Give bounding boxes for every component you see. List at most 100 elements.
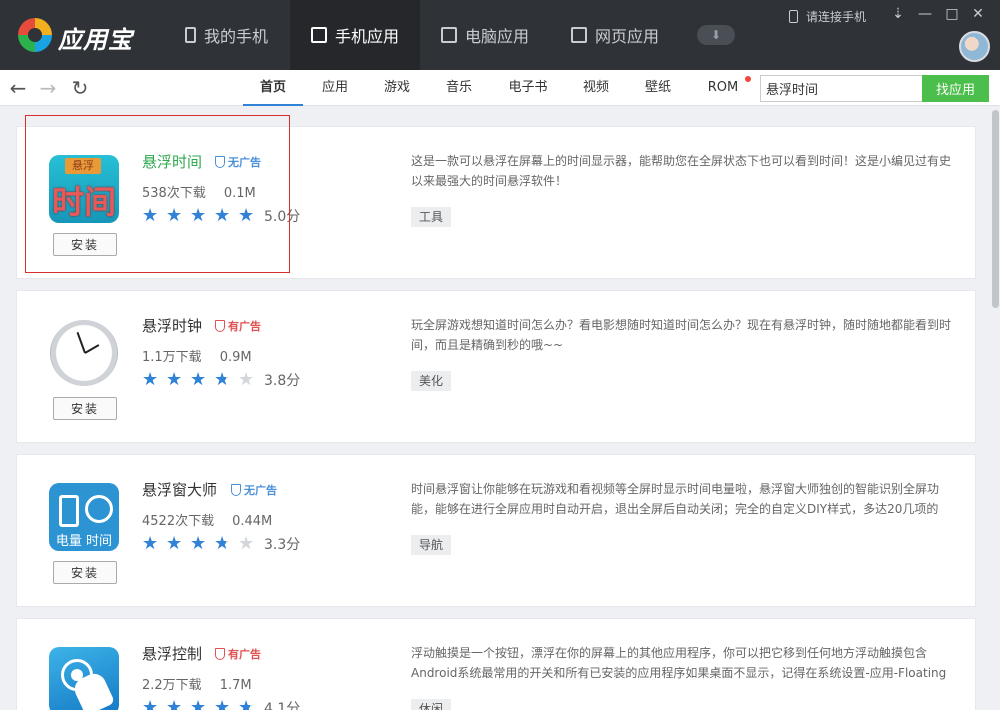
empty-star-icon: ★	[238, 369, 255, 390]
tab-my-phone[interactable]: 我的手机	[163, 0, 290, 70]
star-icon: ★	[214, 697, 231, 710]
star-icon: ★	[142, 697, 159, 710]
category-tag[interactable]: 导航	[411, 535, 452, 555]
star-icon: ★	[166, 533, 183, 554]
star-icon: ★	[142, 533, 159, 554]
scrollbar-thumb[interactable]	[992, 110, 999, 308]
empty-star-icon: ★	[238, 533, 255, 554]
bag-icon	[310, 27, 327, 43]
ad-label: 有广告	[228, 320, 261, 333]
clock-icon	[85, 495, 113, 523]
yyb-logo-icon	[18, 18, 52, 52]
star-rating: ★ ★ ★ ★ ★ 3.8分	[142, 370, 300, 390]
star-icon: ★	[166, 697, 183, 710]
tab-apps[interactable]: 应用	[308, 70, 362, 106]
star-icon: ★	[166, 205, 183, 226]
app-icon-float-window-master[interactable]: 电量 时间	[49, 483, 119, 551]
has-ads-badge: 有广告	[215, 318, 261, 334]
close-icon[interactable]: ✕	[968, 6, 988, 22]
download-manager-button[interactable]: ⬇	[697, 25, 735, 45]
tab-rom[interactable]: ROM	[699, 70, 751, 106]
category-tag[interactable]: 工具	[411, 207, 452, 227]
tab-web-apps-label: 网页应用	[594, 27, 659, 46]
app-card: 悬浮 时间 安装 悬浮时间 无广告 538次下载 0.1M ★ ★ ★ ★ ★ 5…	[16, 126, 976, 279]
app-name[interactable]: 悬浮时钟	[142, 315, 202, 336]
star-icon: ★	[238, 205, 255, 226]
star-icon: ★	[190, 697, 207, 710]
star-icon: ★	[190, 205, 207, 226]
icon-text-main: 时间	[51, 183, 116, 221]
tab-videos[interactable]: 视频	[569, 70, 623, 106]
star-rating: ★ ★ ★ ★ ★ 3.3分	[142, 534, 300, 554]
rating-score: 3.8分	[264, 373, 301, 389]
app-size: 0.1M	[223, 186, 256, 201]
app-card: 悬浮控制 有广告 2.2万下载 1.7M ★ ★ ★ ★ ★ 4.1分 浮动触摸是…	[16, 618, 976, 710]
icon-text-main: 电量 时间	[55, 534, 113, 549]
user-avatar[interactable]	[959, 31, 990, 62]
install-button[interactable]: 安装	[53, 561, 117, 584]
star-icon: ★	[142, 369, 159, 390]
app-meta: 1.1万下载 0.9M	[142, 346, 252, 365]
icon-text-top: 悬浮	[65, 158, 101, 174]
app-name[interactable]: 悬浮控制	[142, 643, 202, 664]
app-size: 0.44M	[232, 514, 273, 529]
menu-icon[interactable]: ⇣	[888, 6, 908, 22]
app-icon-floating-control[interactable]	[49, 647, 119, 710]
connect-phone-button[interactable]: 请连接手机	[789, 8, 866, 25]
search-button[interactable]: 找应用	[922, 75, 989, 102]
star-icon: ★	[190, 533, 207, 554]
forward-arrow-icon[interactable]: →	[37, 77, 59, 99]
tab-wallpapers[interactable]: 壁纸	[631, 70, 685, 106]
ad-label: 有广告	[228, 648, 261, 661]
app-icon-floating-time[interactable]: 悬浮 时间	[49, 155, 119, 223]
web-page-icon	[570, 27, 587, 43]
tab-music[interactable]: 音乐	[432, 70, 486, 106]
rating-score: 5.0分	[264, 209, 301, 225]
download-count: 1.1万下载	[142, 350, 202, 365]
phone-outline-icon	[789, 10, 798, 23]
top-bar: 应用宝 我的手机 手机应用 电脑应用 网页应用 ⬇ 请连接手机 ⇣ — □ ✕	[0, 0, 1000, 70]
install-button[interactable]: 安装	[53, 233, 117, 256]
ad-label: 无广告	[228, 156, 261, 169]
minimize-icon[interactable]: —	[915, 6, 935, 22]
download-count: 538次下载	[142, 186, 206, 201]
star-rating: ★ ★ ★ ★ ★ 4.1分	[142, 698, 300, 710]
app-description: 这是一款可以悬浮在屏幕上的时间显示器，能帮助您在全屏状态下也可以看到时间！这是小…	[411, 154, 952, 188]
back-arrow-icon[interactable]: ←	[7, 77, 29, 99]
app-size: 1.7M	[219, 678, 252, 693]
has-ads-badge: 有广告	[215, 646, 261, 662]
phone-icon	[184, 27, 196, 43]
connect-phone-label: 请连接手机	[806, 10, 867, 24]
shield-icon	[215, 648, 225, 660]
app-name[interactable]: 悬浮时间	[142, 151, 202, 172]
download-count: 4522次下载	[142, 514, 215, 529]
shield-icon	[231, 484, 241, 496]
tab-phone-apps[interactable]: 手机应用	[290, 0, 420, 70]
app-icon-floating-clock[interactable]	[49, 319, 119, 387]
no-ads-badge: 无广告	[231, 482, 277, 498]
tab-phone-apps-label: 手机应用	[334, 27, 399, 46]
tab-pc-apps[interactable]: 电脑应用	[420, 0, 550, 70]
app-card: 电量 时间 安装 悬浮窗大师 无广告 4522次下载 0.44M ★ ★ ★ ★ …	[16, 454, 976, 607]
refresh-icon[interactable]: ↻	[69, 77, 91, 99]
category-tag[interactable]: 休闲	[411, 699, 452, 710]
shield-icon	[215, 320, 225, 332]
tab-ebooks[interactable]: 电子书	[500, 70, 556, 106]
search-input[interactable]	[760, 75, 922, 102]
star-rating: ★ ★ ★ ★ ★ 5.0分	[142, 206, 300, 226]
install-button[interactable]: 安装	[53, 397, 117, 420]
tab-rom-label: ROM	[707, 80, 739, 95]
app-description: 玩全屏游戏想知道时间怎么办？看电影想随时知道时间怎么办？现在有悬浮时钟，随时随地…	[411, 318, 952, 352]
new-badge-dot	[745, 76, 751, 82]
monitor-icon	[440, 27, 457, 43]
maximize-icon[interactable]: □	[942, 6, 962, 22]
app-meta: 538次下载 0.1M	[142, 182, 256, 201]
star-icon: ★	[166, 369, 183, 390]
app-size: 0.9M	[219, 350, 252, 365]
tab-web-apps[interactable]: 网页应用	[550, 0, 680, 70]
tab-games[interactable]: 游戏	[370, 70, 424, 106]
app-name[interactable]: 悬浮窗大师	[142, 479, 217, 500]
category-tag[interactable]: 美化	[411, 371, 452, 391]
tab-home[interactable]: 首页	[243, 70, 303, 106]
star-icon: ★	[190, 369, 207, 390]
